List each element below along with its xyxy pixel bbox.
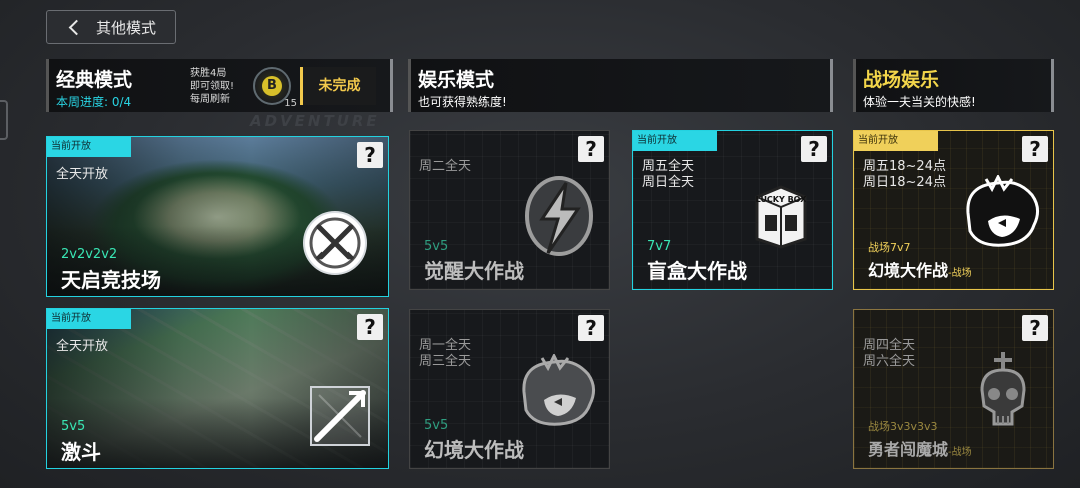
classic-mode-header: 经典模式 本周进度: 0/4 获胜4局 即可领取! 每周刷新 B 15 未完成 <box>46 59 393 112</box>
card-mode-name: 天启竞技场 <box>61 268 161 292</box>
card-mode-name: 觉醒大作战 <box>424 259 524 283</box>
crossed-swords-icon <box>301 209 369 281</box>
card-schedule: 全天开放 <box>56 167 109 182</box>
reward-coin-count: 15 <box>284 98 297 109</box>
skull-sword-icon <box>972 350 1034 438</box>
hero-head-icon <box>514 352 600 434</box>
help-button[interactable]: ? <box>578 315 604 341</box>
card-schedule: 周二全天 <box>419 159 472 174</box>
card-schedule: 全天开放 <box>56 339 109 354</box>
mode-card-awaken[interactable]: ? 周二全天 5v5 觉醒大作战 <box>409 130 610 290</box>
battlefield-mode-title: 战场娱乐 <box>863 69 940 91</box>
open-now-tag: 当前开放 <box>633 131 717 151</box>
card-mode-name: 幻境大作战 <box>424 438 524 462</box>
card-team-size: 5v5 <box>424 239 449 254</box>
card-schedule: 周五18~24点 周日18~24点 <box>863 159 946 190</box>
lightning-icon <box>522 173 596 263</box>
mode-card-illusion[interactable]: ? 周一全天 周三全天 5v5 幻境大作战 <box>409 309 610 469</box>
help-button[interactable]: ? <box>1022 136 1048 162</box>
incomplete-status-button[interactable]: 未完成 <box>300 67 376 105</box>
card-team-size: 战场7v7 <box>868 241 911 254</box>
open-now-tag: 当前开放 <box>854 131 938 151</box>
lucky-box-icon: LUCKY BOX <box>749 183 813 253</box>
battlefield-suffix: -战场 <box>948 268 972 279</box>
hero-head-icon <box>958 173 1044 255</box>
open-now-tag: 当前开放 <box>47 137 131 157</box>
card-team-size: 5v5 <box>61 419 86 434</box>
card-team-size: 7v7 <box>647 239 672 254</box>
card-mode-name: 勇者闯魔城-战场 <box>868 440 972 459</box>
card-schedule: 周一全天 周三全天 <box>419 338 472 369</box>
entertainment-mode-header: 娱乐模式 也可获得熟练度! <box>408 59 833 112</box>
reward-description: 获胜4局 即可领取! 每周刷新 <box>190 68 235 105</box>
mode-card-brawl[interactable]: 当前开放 ? 全天开放 5v5 激斗 <box>46 308 389 469</box>
classic-mode-title: 经典模式 <box>56 69 133 91</box>
open-now-tag: 当前开放 <box>47 309 131 329</box>
svg-text:LUCKY BOX: LUCKY BOX <box>756 195 808 204</box>
help-button[interactable]: ? <box>1022 315 1048 341</box>
card-mode-name: 幻境大作战-战场 <box>868 261 972 280</box>
entertainment-mode-subtitle: 也可获得熟练度! <box>418 95 507 109</box>
card-schedule: 周五全天 周日全天 <box>642 159 695 190</box>
card-team-size: 战场3v3v3v3 <box>868 420 938 433</box>
weekly-progress: 本周进度: 0/4 <box>56 95 132 109</box>
help-button[interactable]: ? <box>357 314 383 340</box>
card-schedule: 周四全天 周六全天 <box>863 338 916 369</box>
card-team-size: 2v2v2v2 <box>61 247 118 262</box>
battlefield-suffix: -战场 <box>948 447 972 458</box>
back-label: 其他模式 <box>96 18 157 37</box>
mode-card-demon-castle[interactable]: ? 周四全天 周六全天 战场3v3v3v3 勇者闯魔城-战场 <box>853 309 1054 469</box>
reward-coin-icon[interactable]: B 15 <box>253 67 297 109</box>
help-button[interactable]: ? <box>801 136 827 162</box>
mode-card-lucky-box[interactable]: 当前开放 ? 周五全天 周日全天 LUCKY BOX 7v7 盲盒大作战 <box>632 130 833 290</box>
side-panel-handle[interactable] <box>0 100 8 140</box>
background-watermark: ADVENTURE <box>250 112 380 130</box>
chevron-left-icon <box>68 19 85 35</box>
battlefield-mode-header: 战场娱乐 体验一夫当关的快感! <box>853 59 1054 112</box>
card-mode-name: 激斗 <box>61 440 101 464</box>
entertainment-mode-title: 娱乐模式 <box>418 69 495 91</box>
card-team-size: 5v5 <box>424 418 449 433</box>
card-mode-name: 盲盒大作战 <box>647 259 747 283</box>
battlefield-mode-subtitle: 体验一夫当关的快感! <box>863 95 976 109</box>
back-button[interactable]: 其他模式 <box>46 10 176 44</box>
mode-card-illusion-battlefield[interactable]: 当前开放 ? 周五18~24点 周日18~24点 战场7v7 幻境大作战-战场 <box>853 130 1054 290</box>
mode-card-arena[interactable]: 当前开放 ? 全天开放 2v2v2v2 天启竞技场 <box>46 136 389 297</box>
expand-arrow-icon <box>305 381 375 455</box>
help-button[interactable]: ? <box>578 136 604 162</box>
help-button[interactable]: ? <box>357 142 383 168</box>
